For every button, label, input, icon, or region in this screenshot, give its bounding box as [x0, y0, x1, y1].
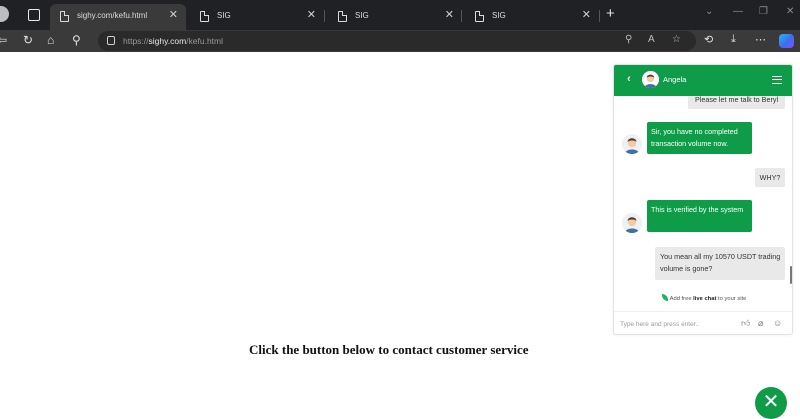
home-icon[interactable]: ⌂: [47, 33, 54, 47]
url-text: https://sighy.com/kefu.html: [123, 36, 223, 46]
tab-divider: [324, 10, 325, 22]
page-icon: [475, 11, 484, 22]
close-window-icon[interactable]: ✕: [786, 6, 794, 17]
powered-by-link[interactable]: Add free live chat to your site: [614, 294, 792, 302]
search-icon[interactable]: ⚲: [72, 33, 81, 47]
tab-divider: [461, 10, 462, 22]
user-message: WHY?: [755, 168, 785, 187]
url-path: /kefu.html: [186, 36, 224, 46]
copilot-icon[interactable]: [779, 34, 794, 48]
close-tab-icon[interactable]: ✕: [582, 8, 591, 21]
live-chat-window: ‹ Angela Please let me talk to Beryl Sir…: [613, 64, 793, 335]
chat-scrollbar[interactable]: [790, 266, 792, 284]
close-tab-icon[interactable]: ✕: [169, 8, 178, 21]
chat-messages: Please let me talk to Beryl Sir, you hav…: [614, 96, 792, 287]
restore-icon[interactable]: ❐: [759, 6, 768, 17]
menu-icon[interactable]: [772, 76, 782, 84]
powered-bold: live chat: [693, 296, 717, 302]
page-icon: [60, 11, 69, 22]
agent-avatar: [622, 213, 642, 233]
agent-name: Angela: [663, 75, 687, 84]
tab-title: SIG: [492, 11, 506, 20]
url-scheme: https://: [123, 36, 149, 46]
sidebar-toggle-icon[interactable]: [26, 6, 42, 22]
page-icon: [338, 11, 347, 22]
emoji-icon[interactable]: ☺: [773, 318, 782, 328]
profile-avatar-icon[interactable]: [0, 6, 9, 22]
close-chat-button[interactable]: ✕: [755, 387, 787, 419]
leaf-logo-icon: [661, 294, 668, 301]
agent-avatar: [642, 71, 659, 88]
minimize-icon[interactable]: —: [733, 6, 743, 17]
tab-bar: sighy.com/kefu.html ✕ SIG ✕ SIG ✕ SIG ✕ …: [0, 0, 800, 30]
more-menu-icon[interactable]: ⋯: [755, 33, 766, 46]
user-message: You mean all my 10570 USDT trading volum…: [655, 247, 785, 280]
powered-prefix: Add free: [669, 296, 692, 302]
lock-icon[interactable]: [107, 36, 115, 45]
url-host: sighy.com: [148, 36, 187, 46]
agent-message: Sir, you have no completed transaction v…: [647, 122, 752, 154]
powered-suffix: to your site: [718, 296, 747, 302]
read-aloud-icon[interactable]: A: [648, 34, 655, 45]
chevron-left-icon[interactable]: ‹: [627, 73, 631, 85]
close-tab-icon[interactable]: ✕: [307, 8, 316, 21]
agent-message: This is verified by the system: [647, 200, 752, 232]
extensions-icon[interactable]: ⟲: [704, 33, 713, 46]
tab-title: SIG: [217, 11, 231, 20]
tab-title: sighy.com/kefu.html: [77, 11, 148, 20]
address-bar: ⇦ ↻ ⌂ ⚲ https://sighy.com/kefu.html ⚲ A …: [0, 30, 800, 52]
thumbs-up-icon[interactable]: 👍︎: [741, 318, 750, 329]
url-field[interactable]: https://sighy.com/kefu.html ⚲ A ☆: [98, 31, 696, 51]
chat-header: ‹ Angela: [614, 65, 792, 96]
download-icon[interactable]: ⤓: [731, 33, 736, 46]
tab-title: SIG: [355, 11, 369, 20]
refresh-icon[interactable]: ↻: [23, 33, 33, 47]
favorite-star-icon[interactable]: ☆: [672, 34, 681, 45]
close-tab-icon[interactable]: ✕: [445, 8, 454, 21]
chat-input-row: 👍︎ ⌀ ☺: [614, 311, 792, 334]
tab-active[interactable]: sighy.com/kefu.html ✕: [50, 4, 186, 30]
back-icon[interactable]: ⇦: [0, 33, 7, 47]
page-icon: [200, 11, 209, 22]
zoom-icon[interactable]: ⚲: [625, 34, 632, 45]
tab[interactable]: SIG ✕: [465, 4, 599, 30]
new-tab-button[interactable]: +: [606, 5, 615, 22]
tab-divider: [599, 10, 600, 22]
tab[interactable]: SIG ✕: [190, 4, 324, 30]
tab[interactable]: SIG ✕: [328, 4, 462, 30]
attachment-icon[interactable]: ⌀: [758, 318, 763, 329]
agent-avatar: [622, 134, 642, 154]
user-message: Please let me talk to Beryl: [688, 96, 785, 109]
chat-message-input[interactable]: [620, 317, 738, 331]
chevron-down-icon[interactable]: ⌄: [705, 6, 713, 17]
contact-instruction-text: Click the button below to contact custom…: [249, 342, 529, 357]
